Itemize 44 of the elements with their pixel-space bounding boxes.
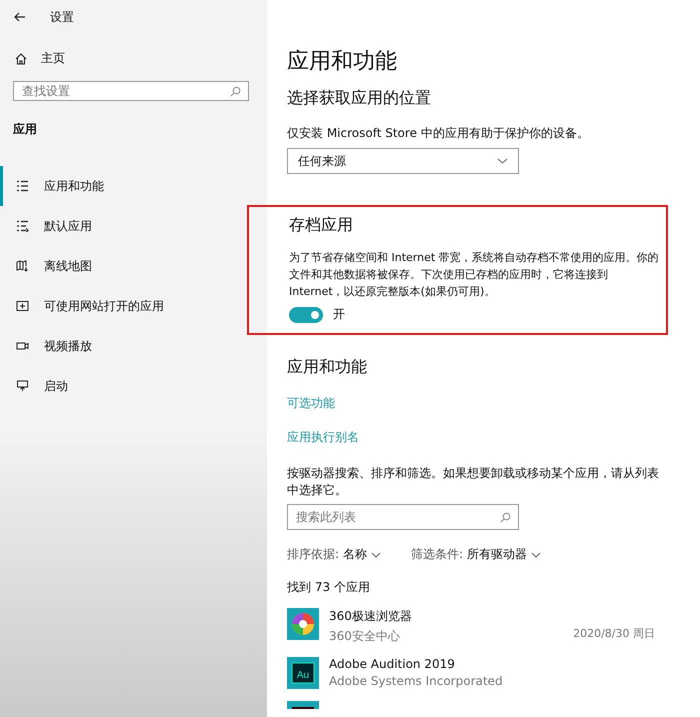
nav-item[interactable]: 默认应用 [0,206,267,246]
nav-item[interactable]: 视频播放 [0,326,267,366]
settings-search-field[interactable]: 查找设置 [13,81,249,101]
list-search-field[interactable]: 搜索此列表 [287,504,519,530]
window-title: 设置 [50,8,74,26]
back-arrow-icon[interactable] [14,12,26,22]
description-text: 仅安装 Microsoft Store 中的应用有助于保护你的设备。 [287,125,590,142]
search-icon [230,86,241,96]
app-publisher: Adobe Systems Incorporated [329,674,504,688]
description-text: 按驱动器搜索、排序和筛选。如果想要卸载或移动某个应用，请从列表中选择它。 [287,465,660,499]
home-link[interactable]: 主页 [41,50,65,67]
monitor-icon [16,380,29,392]
nav-item[interactable]: 可使用网站打开的应用 [0,286,267,326]
nav-item[interactable]: 离线地图 [0,246,267,286]
search-icon [500,512,511,522]
chevron-down-icon [371,552,382,558]
list-arrow-icon [16,220,29,232]
app-icon [287,608,319,640]
list-icon [16,180,29,192]
toggle-label: 开 [333,306,345,323]
app-icon [287,701,319,709]
toggle-switch[interactable] [289,306,323,322]
app-count: 找到 73 个应用 [287,579,371,596]
app-name: 360极速浏览器 [329,608,413,625]
source-dropdown[interactable]: 任何来源 [287,148,519,174]
icon-text: Au [296,670,310,681]
home-icon[interactable] [15,52,27,64]
sort-dropdown[interactable]: 排序依据: 名称 [287,546,382,563]
window-plus-icon [16,300,29,312]
chevron-down-icon [497,158,508,164]
install-date: 2020/8/30 周日 [573,626,655,641]
section-heading: 选择获取应用的位置 [287,88,432,109]
video-camera-icon [16,340,29,352]
app-publisher: 360安全中心 [329,628,401,645]
app-name: Adobe Audition 2019 [329,657,456,671]
nav-item[interactable]: 启动 [0,366,267,406]
map-download-icon [16,260,29,272]
archive-heading: 存档应用 [289,215,354,236]
section-heading: 应用 [13,121,38,138]
page-title: 应用和功能 [287,48,398,76]
archive-description: 为了节省存储空间和 Internet 带宽，系统将自动存档不常使用的应用。你的文件和其他数据将被保存。下次使用已存档的应用时，它将连接到 Internet，以还原完整版本(如果仍可用)。 [289,250,660,300]
chevron-down-icon [531,552,542,558]
section-heading: 应用和功能 [287,357,368,378]
filter-dropdown[interactable]: 筛选条件: 所有驱动器 [411,546,542,563]
